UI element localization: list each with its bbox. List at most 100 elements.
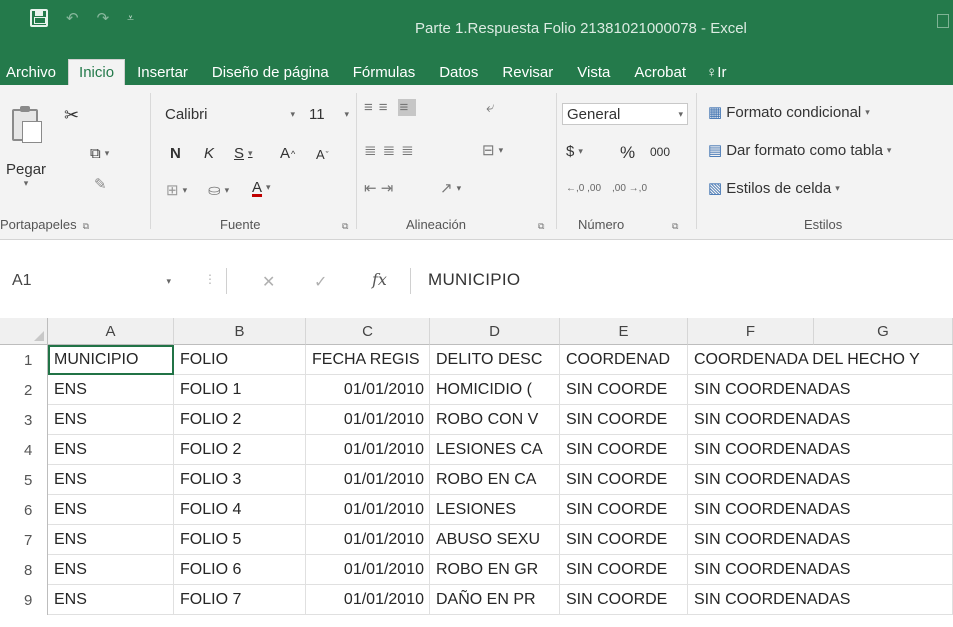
table-cell[interactable]: DAÑO EN PR: [430, 585, 560, 615]
formula-input[interactable]: MUNICIPIO: [428, 270, 520, 290]
table-cell[interactable]: ENS: [48, 525, 174, 555]
table-cell[interactable]: SIN COORDENADAS: [688, 585, 850, 615]
currency-button[interactable]: $ ▾: [566, 143, 583, 160]
cut-icon[interactable]: ✂: [64, 105, 79, 126]
table-cell[interactable]: 01/01/2010: [306, 375, 430, 405]
tab-datos[interactable]: Datos: [427, 64, 490, 86]
format-as-table-button[interactable]: ▤ Dar formato como tabla ▾: [708, 141, 891, 160]
name-box[interactable]: A1 ▾: [12, 268, 177, 294]
table-cell[interactable]: 01/01/2010: [306, 585, 430, 615]
column-header-d[interactable]: D: [430, 318, 560, 345]
table-cell[interactable]: 01/01/2010: [306, 555, 430, 585]
table-cell[interactable]: 01/01/2010: [306, 525, 430, 555]
wrap-text-icon[interactable]: ⤶: [486, 99, 494, 116]
cell-styles-button[interactable]: ▧ Estilos de celda ▾: [708, 179, 840, 198]
header-cell[interactable]: MUNICIPIO: [48, 345, 174, 375]
table-cell[interactable]: HOMICIDIO (: [430, 375, 560, 405]
alignment-dialog-launcher-icon[interactable]: ⧉: [532, 217, 544, 232]
vertical-align-icons[interactable]: ≡≡ ≡: [364, 99, 417, 116]
merge-center-button[interactable]: ⊟ ▾: [482, 141, 503, 159]
italic-button[interactable]: K: [204, 145, 214, 162]
table-cell[interactable]: LESIONES: [430, 495, 560, 525]
table-cell[interactable]: SIN COORDENADAS: [688, 525, 850, 555]
table-cell[interactable]: FOLIO 7: [174, 585, 306, 615]
table-cell[interactable]: SIN COORDE: [560, 585, 688, 615]
header-cell[interactable]: COORDENAD: [560, 345, 688, 375]
tab-inicio[interactable]: Inicio: [68, 59, 126, 86]
row-header-5[interactable]: 5: [0, 465, 48, 495]
dialog-launcher-icon[interactable]: ⧉: [83, 221, 89, 231]
font-dialog-launcher-icon[interactable]: ⧉: [336, 217, 348, 232]
tab-vista[interactable]: Vista: [565, 64, 622, 86]
row-header-4[interactable]: 4: [0, 435, 48, 465]
percent-button[interactable]: %: [620, 143, 635, 163]
column-header-f[interactable]: F: [688, 318, 814, 345]
table-cell[interactable]: FOLIO 1: [174, 375, 306, 405]
tab-revisar[interactable]: Revisar: [490, 64, 565, 86]
select-all-button[interactable]: [0, 318, 48, 345]
table-cell[interactable]: 01/01/2010: [306, 495, 430, 525]
table-cell[interactable]: 01/01/2010: [306, 405, 430, 435]
conditional-formatting-button[interactable]: ▦ Formato condicional ▾: [708, 103, 870, 122]
enter-icon[interactable]: ✓: [314, 272, 327, 292]
tell-me-search[interactable]: ♀Ir: [698, 64, 730, 86]
column-header-g[interactable]: G: [814, 318, 953, 345]
shrink-font-button[interactable]: Aˇ: [316, 147, 329, 162]
copy-button[interactable]: ⧉ ▾: [90, 145, 109, 162]
table-cell[interactable]: 01/01/2010: [306, 435, 430, 465]
horizontal-align-icons[interactable]: ≣≣≣: [364, 141, 420, 159]
row-header-1[interactable]: 1: [0, 345, 48, 375]
table-cell[interactable]: FOLIO 2: [174, 405, 306, 435]
row-header-9[interactable]: 9: [0, 585, 48, 615]
tab-insertar[interactable]: Insertar: [125, 64, 200, 86]
font-size-select[interactable]: 11 ▾: [304, 103, 354, 125]
number-format-select[interactable]: General ▾: [562, 103, 688, 125]
table-cell[interactable]: 01/01/2010: [306, 465, 430, 495]
table-cell[interactable]: SIN COORDENADAS: [688, 435, 850, 465]
font-color-button[interactable]: A ▾: [252, 179, 271, 196]
table-cell[interactable]: FOLIO 6: [174, 555, 306, 585]
header-cell[interactable]: FECHA REGIS: [306, 345, 430, 375]
table-cell[interactable]: SIN COORDE: [560, 495, 688, 525]
redo-icon[interactable]: ↷: [97, 9, 110, 27]
table-cell[interactable]: ENS: [48, 495, 174, 525]
table-cell[interactable]: LESIONES CA: [430, 435, 560, 465]
format-painter-icon[interactable]: ✎: [94, 175, 107, 193]
table-cell[interactable]: FOLIO 2: [174, 435, 306, 465]
table-cell[interactable]: FOLIO 3: [174, 465, 306, 495]
column-header-c[interactable]: C: [306, 318, 430, 345]
table-cell[interactable]: SIN COORDE: [560, 525, 688, 555]
restore-window-icon[interactable]: [937, 14, 949, 28]
table-cell[interactable]: ENS: [48, 435, 174, 465]
row-header-3[interactable]: 3: [0, 405, 48, 435]
bold-button[interactable]: N: [170, 145, 181, 162]
more-options-icon[interactable]: ⋮: [204, 272, 216, 286]
tab-formulas[interactable]: Fórmulas: [341, 64, 428, 86]
table-cell[interactable]: SIN COORDE: [560, 435, 688, 465]
table-cell[interactable]: SIN COORDENADAS: [688, 375, 850, 405]
font-name-select[interactable]: Calibri ▾: [160, 103, 300, 125]
table-cell[interactable]: FOLIO 5: [174, 525, 306, 555]
thousands-separator-button[interactable]: 000: [650, 145, 670, 159]
undo-icon[interactable]: ↶: [66, 9, 79, 27]
table-cell[interactable]: ENS: [48, 465, 174, 495]
table-cell[interactable]: ABUSO SEXU: [430, 525, 560, 555]
table-cell[interactable]: SIN COORDE: [560, 465, 688, 495]
cancel-icon[interactable]: ✕: [262, 272, 275, 292]
customize-icon[interactable]: ⩡: [127, 11, 134, 26]
header-cell[interactable]: DELITO DESC: [430, 345, 560, 375]
row-header-8[interactable]: 8: [0, 555, 48, 585]
number-dialog-launcher-icon[interactable]: ⧉: [666, 217, 678, 232]
insert-function-icon[interactable]: fx: [372, 270, 387, 289]
table-cell[interactable]: ENS: [48, 555, 174, 585]
header-cell[interactable]: COORDENADA DEL HECHO Y: [688, 345, 920, 375]
column-header-a[interactable]: A: [48, 318, 174, 345]
column-header-e[interactable]: E: [560, 318, 688, 345]
column-header-b[interactable]: B: [174, 318, 306, 345]
header-cell[interactable]: FOLIO: [174, 345, 306, 375]
table-cell[interactable]: SIN COORDENADAS: [688, 495, 850, 525]
table-cell[interactable]: ROBO EN CA: [430, 465, 560, 495]
table-cell[interactable]: SIN COORDENADAS: [688, 405, 850, 435]
fill-color-button[interactable]: ⛀ ▾: [208, 181, 229, 199]
tab-diseno-de-pagina[interactable]: Diseño de página: [200, 64, 341, 86]
